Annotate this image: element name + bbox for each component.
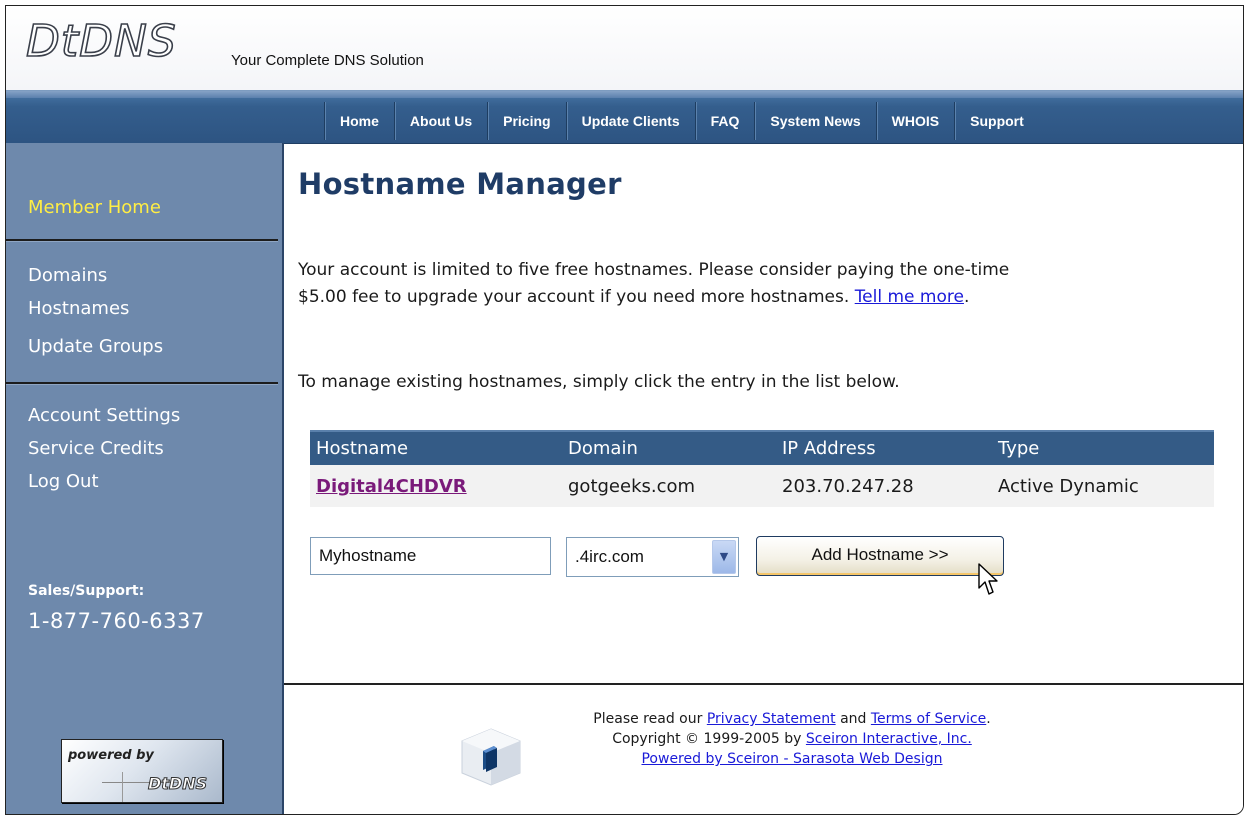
add-hostname-button[interactable]: Add Hostname >>: [756, 536, 1004, 576]
nav-update-clients[interactable]: Update Clients: [565, 102, 695, 140]
badge-powered-by-text: powered by: [68, 748, 154, 763]
sales-support-phone: 1-877-760-6337: [28, 609, 205, 633]
nav-support[interactable]: Support: [954, 102, 1039, 140]
dtdns-logo[interactable]: DtDNS: [25, 17, 177, 67]
sidebar-item-account-settings[interactable]: Account Settings: [28, 405, 180, 426]
sidebar-divider: [6, 239, 278, 242]
hostname-link[interactable]: Digital4CHDVR: [316, 476, 467, 497]
column-header-hostname: Hostname: [316, 438, 409, 459]
member-sidebar: Member Home Domains Hostnames Update Gro…: [6, 143, 284, 814]
nav-pricing[interactable]: Pricing: [487, 102, 565, 140]
row-ip-address: 203.70.247.28: [782, 476, 914, 497]
top-nav-bar: Home About Us Pricing Update Clients FAQ…: [6, 90, 1243, 144]
mouse-pointer-icon: [978, 563, 998, 595]
nav-about-us[interactable]: About Us: [393, 102, 487, 140]
sidebar-item-member-home[interactable]: Member Home: [28, 197, 161, 218]
tell-me-more-link[interactable]: Tell me more: [855, 287, 964, 307]
footer-line-1: Please read our Privacy Statement and Te…: [532, 709, 1052, 729]
table-row[interactable]: Digital4CHDVR gotgeeks.com 203.70.247.28…: [310, 465, 1214, 507]
badge-dtdns-text: DtDNS: [147, 774, 208, 794]
sidebar-item-update-groups[interactable]: Update Groups: [28, 336, 163, 357]
sarasota-web-design-link[interactable]: Powered by Sceiron - Sarasota Web Design: [641, 751, 942, 767]
nav-whois[interactable]: WHOIS: [875, 102, 954, 140]
privacy-statement-link[interactable]: Privacy Statement: [707, 711, 836, 727]
site-tagline: Your Complete DNS Solution: [231, 52, 424, 69]
domain-select[interactable]: .4irc.com ▼: [566, 537, 739, 577]
powered-by-dtdns-badge[interactable]: powered by DtDNS: [61, 739, 223, 803]
nav-menu: Home About Us Pricing Update Clients FAQ…: [324, 102, 1039, 140]
footer-line-1-pre: Please read our: [593, 711, 707, 727]
terms-of-service-link[interactable]: Terms of Service: [871, 711, 986, 727]
nav-system-news[interactable]: System News: [754, 102, 875, 140]
nav-strip: [6, 91, 1243, 98]
sidebar-item-hostnames[interactable]: Hostnames: [28, 298, 129, 319]
browser-page: DtDNS Your Complete DNS Solution Home Ab…: [5, 5, 1244, 815]
notice-line-1: Your account is limited to five free hos…: [298, 260, 1010, 280]
chevron-down-icon[interactable]: ▼: [712, 540, 736, 574]
footer-text: Please read our Privacy Statement and Te…: [532, 709, 1052, 769]
sidebar-item-log-out[interactable]: Log Out: [28, 471, 99, 492]
footer-line-1-end: .: [986, 711, 991, 727]
column-header-type: Type: [998, 438, 1040, 459]
domain-select-value: .4irc.com: [575, 547, 644, 566]
sidebar-divider: [6, 382, 278, 385]
sidebar-item-domains[interactable]: Domains: [28, 265, 107, 286]
cube-logo-icon: [461, 728, 521, 786]
footer-line-1-mid: and: [835, 711, 871, 727]
nav-faq[interactable]: FAQ: [694, 102, 755, 140]
row-domain: gotgeeks.com: [568, 476, 696, 497]
footer-line-2: Copyright © 1999-2005 by Sceiron Interac…: [532, 729, 1052, 749]
main-content: Hostname Manager Your account is limited…: [296, 143, 1236, 683]
sales-support-label: Sales/Support:: [28, 583, 145, 599]
nav-home[interactable]: Home: [324, 102, 394, 140]
manage-instructions: To manage existing hostnames, simply cli…: [298, 372, 900, 392]
badge-decoration: [122, 772, 123, 802]
new-hostname-input[interactable]: [310, 537, 551, 575]
notice-line-2: $5.00 fee to upgrade your account if you…: [298, 287, 855, 307]
copyright-text: Copyright © 1999-2005 by: [612, 731, 806, 747]
page-title: Hostname Manager: [298, 167, 622, 201]
footer-line-3: Powered by Sceiron - Sarasota Web Design: [532, 749, 1052, 769]
column-header-ip-address: IP Address: [782, 438, 876, 459]
sceiron-interactive-link[interactable]: Sceiron Interactive, Inc.: [806, 731, 972, 747]
site-header: DtDNS Your Complete DNS Solution: [6, 6, 1243, 90]
hostname-table-header: Hostname Domain IP Address Type: [310, 430, 1214, 466]
row-type: Active Dynamic: [998, 476, 1139, 497]
column-header-domain: Domain: [568, 438, 638, 459]
notice-period: .: [963, 287, 970, 307]
page-footer: Please read our Privacy Statement and Te…: [284, 685, 1243, 814]
account-limit-notice: Your account is limited to five free hos…: [298, 257, 1218, 311]
sidebar-item-service-credits[interactable]: Service Credits: [28, 438, 164, 459]
